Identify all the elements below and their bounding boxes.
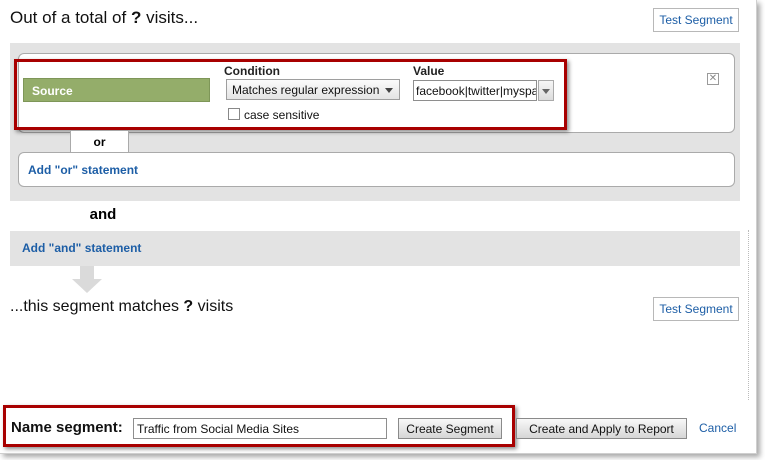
total-visits-heading: Out of a total of ? visits... xyxy=(10,8,198,28)
heading-suffix: visits... xyxy=(146,8,199,27)
highlight-name-box xyxy=(3,405,515,447)
add-or-statement-link[interactable]: Add "or" statement xyxy=(28,163,138,177)
or-connector-label: or xyxy=(70,131,129,153)
segment-match-heading: ...this segment matches ? visits xyxy=(10,298,233,316)
cancel-link[interactable]: Cancel xyxy=(699,421,736,435)
result-unknown-count: ? xyxy=(183,298,194,315)
result-prefix: ...this segment matches xyxy=(10,298,179,315)
highlight-condition-box xyxy=(14,59,567,130)
down-arrow-icon xyxy=(80,266,94,280)
heading-unknown-count: ? xyxy=(130,8,142,27)
add-and-statement-link[interactable]: Add "and" statement xyxy=(22,241,141,255)
create-and-apply-button[interactable]: Create and Apply to Report xyxy=(516,418,687,439)
result-suffix: visits xyxy=(197,298,234,315)
and-connector-label: and xyxy=(46,201,160,231)
close-icon[interactable]: ✕ xyxy=(707,73,719,85)
test-segment-button-bottom[interactable]: Test Segment xyxy=(653,297,739,321)
vertical-divider xyxy=(748,230,749,400)
heading-prefix: Out of a total of xyxy=(10,8,127,27)
test-segment-button-top[interactable]: Test Segment xyxy=(653,8,739,32)
down-arrow-head xyxy=(72,279,102,293)
